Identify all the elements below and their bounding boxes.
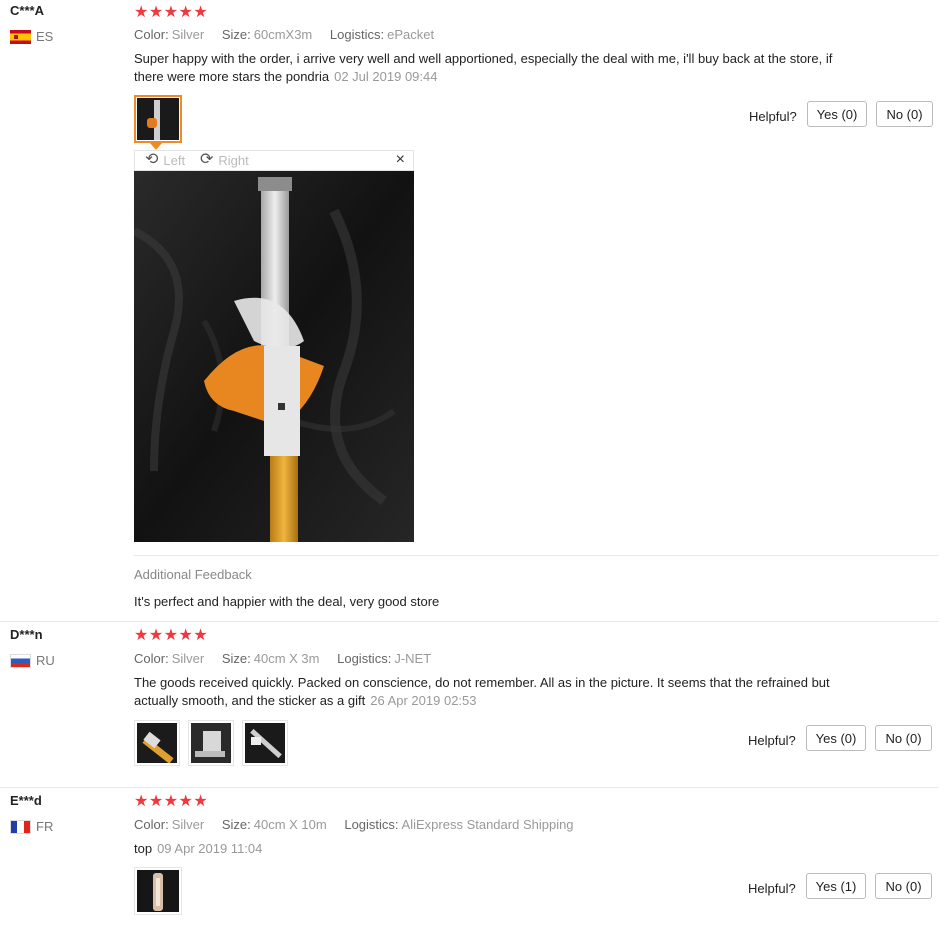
review-separator [0,787,939,788]
rotate-left-label: Left [163,152,186,168]
close-icon[interactable]: × [396,151,405,169]
logistics-label: Logistics: [337,651,392,666]
country-code: ES [36,29,54,44]
helpful-label: Helpful? [749,109,797,124]
review-photo-thumbnail[interactable] [134,867,182,915]
review-body: The goods received quickly. Packed on co… [134,675,830,708]
logistics-label: Logistics: [329,27,385,42]
rotate-right-label: Right [218,152,249,168]
size-value: 60cmX3m [253,27,313,42]
color-label: Color: [134,27,169,42]
helpful-yes-button[interactable]: Yes (0) [806,725,866,751]
order-attributes: Color: Silver Size: 60cmX3m Logistics: ePac… [134,27,448,42]
russia-flag-icon [10,653,31,668]
helpful-no-button[interactable]: No (0) [875,725,932,751]
rotate-left-icon: ⟲ [145,151,159,168]
helpful-yes-button[interactable]: Yes (0) [807,101,867,127]
reviewer-country: ES [10,29,53,44]
size-label: Size: [221,817,251,832]
star-rating: ★★★★★ [134,627,209,644]
size-label: Size: [221,651,251,666]
review-date: 26 Apr 2019 02:53 [370,693,477,708]
rotate-left-button[interactable]: ⟲ Left [145,152,185,168]
reviewer-name: D***n [10,627,43,642]
review-photo-thumbnail[interactable] [134,720,180,766]
review-photo-thumbnail[interactable] [242,720,288,766]
review-body: Super happy with the order, i arrive ver… [134,51,833,84]
country-code: RU [36,653,55,668]
reviewer-country: FR [10,819,53,834]
size-label: Size: [221,27,251,42]
rotate-right-icon: ⟳ [200,151,214,168]
review-text: Super happy with the order, i arrive ver… [134,50,834,86]
additional-feedback-text: It's perfect and happier with the deal, … [134,594,440,609]
color-value: Silver [171,817,205,832]
reviewer-name: C***A [10,3,44,18]
size-value: 40cm X 10m [253,817,327,832]
color-label: Color: [134,651,169,666]
review-separator [0,621,939,622]
helpful-no-button[interactable]: No (0) [876,101,933,127]
thumbnail-pointer [150,143,162,150]
logistics-value: AliExpress Standard Shipping [401,817,574,832]
image-viewer-toolbar: ⟲ Left ⟳ Right × [134,150,414,171]
reviewer-name: E***d [10,793,42,808]
helpful-label: Helpful? [748,881,796,896]
logistics-value: J-NET [394,651,432,666]
size-value: 40cm X 3m [253,651,320,666]
logistics-label: Logistics: [344,817,399,832]
france-flag-icon [10,819,31,834]
additional-feedback-title: Additional Feedback [134,567,252,582]
review-photo-thumbnail[interactable] [134,95,182,143]
star-rating: ★★★★★ [134,793,209,810]
rotate-right-button[interactable]: ⟳ Right [200,152,249,168]
color-value: Silver [171,651,205,666]
color-label: Color: [134,817,169,832]
helpful-yes-button[interactable]: Yes (1) [806,873,866,899]
helpful-label: Helpful? [748,733,796,748]
product-photo [134,171,414,542]
helpful-no-button[interactable]: No (0) [875,873,932,899]
logistics-value: ePacket [387,27,435,42]
order-attributes: Color: Silver Size: 40cm X 10m Logistics: A… [134,817,588,832]
review-date: 09 Apr 2019 11:04 [157,841,263,856]
country-code: FR [36,819,54,834]
review-text: The goods received quickly. Packed on co… [134,674,844,710]
review-photo-enlarged [134,171,414,542]
order-attributes: Color: Silver Size: 40cm X 3m Logistics: J-… [134,651,445,666]
review-date: 02 Jul 2019 09:44 [334,69,438,84]
review-text: top 09 Apr 2019 11:04 [134,840,834,858]
divider [133,555,939,556]
color-value: Silver [171,27,205,42]
star-rating: ★★★★★ [134,4,209,21]
review-photo-thumbnail[interactable] [188,720,234,766]
review-body: top [134,841,153,856]
spain-flag-icon [10,29,31,44]
reviewer-country: RU [10,653,55,668]
